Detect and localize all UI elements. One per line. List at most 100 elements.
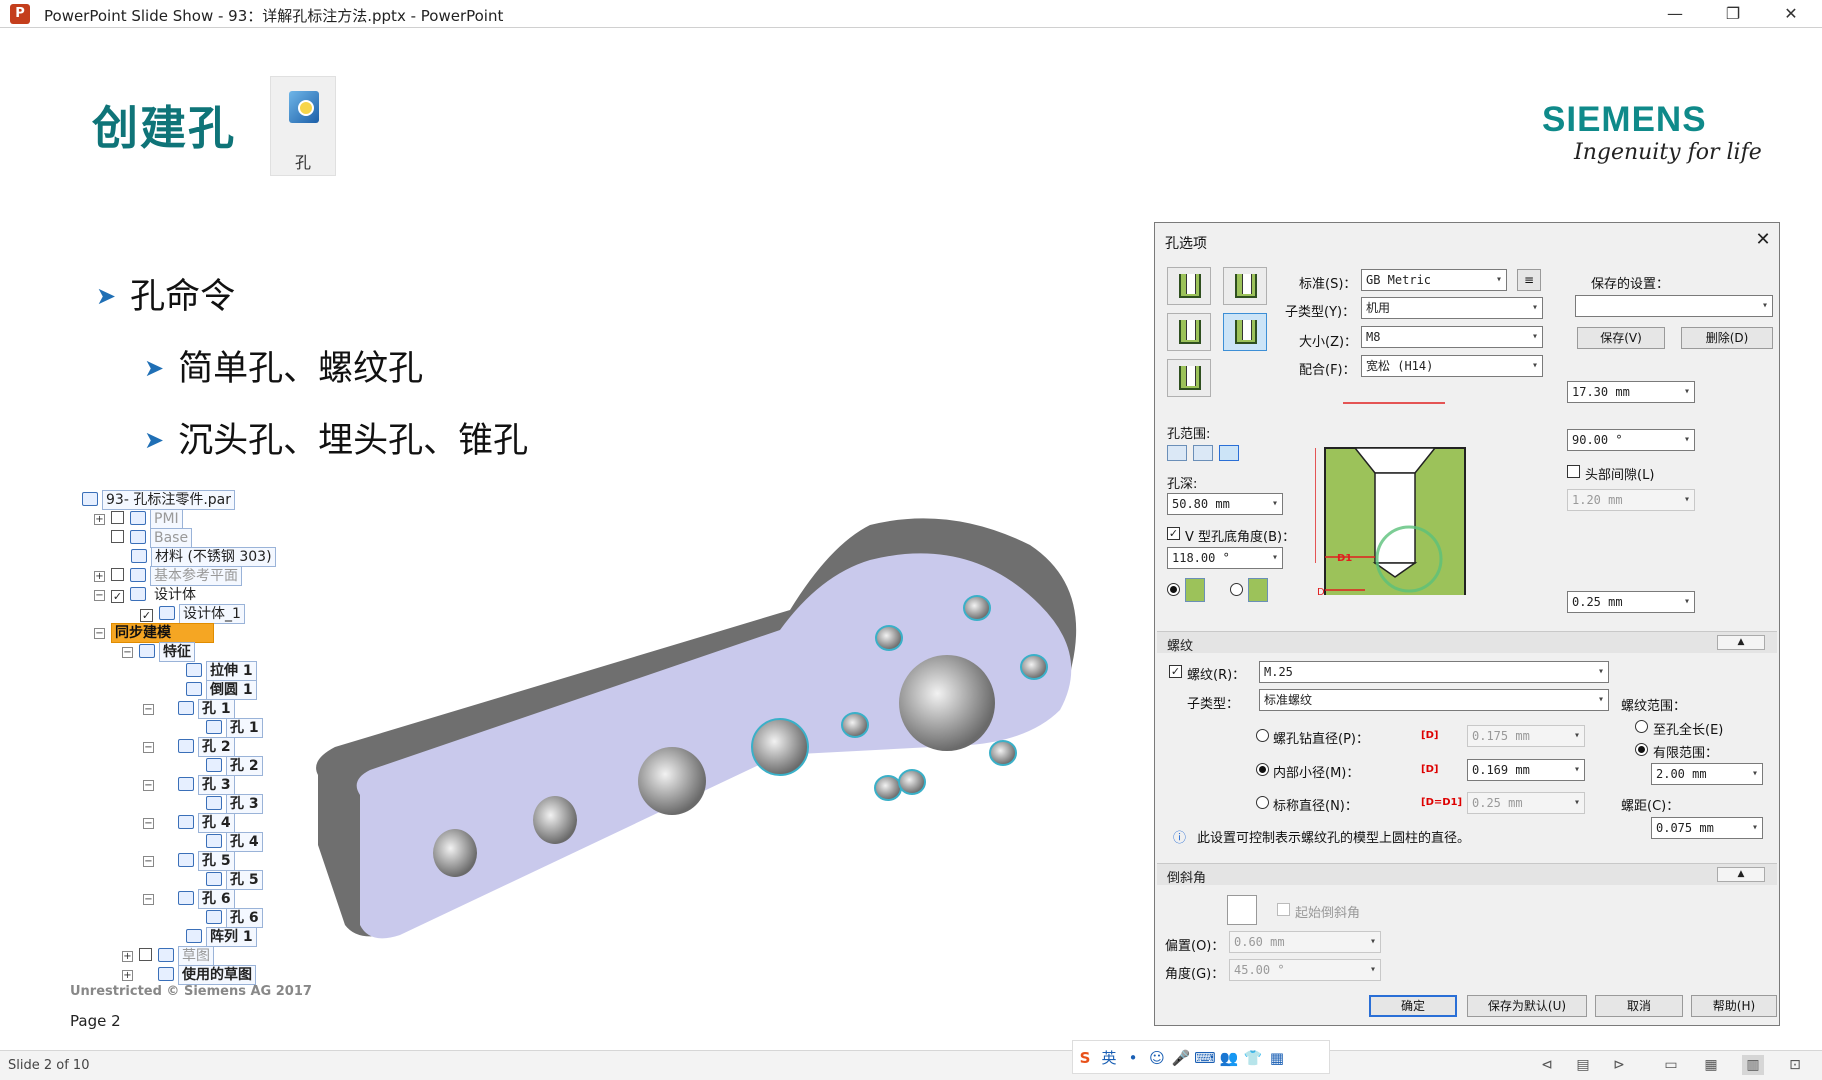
reading-view-icon[interactable]: ▥ bbox=[1742, 1055, 1764, 1075]
thread-nominal-radio[interactable] bbox=[1256, 796, 1269, 809]
bullet-level1: ➤ 孔命令 bbox=[96, 268, 235, 319]
thread-finite-input[interactable]: 2.00 mm ▾ bbox=[1651, 763, 1763, 785]
tree-item-pattern[interactable]: 阵列 1 bbox=[186, 927, 257, 947]
counterbore-hole-button[interactable] bbox=[1167, 313, 1211, 351]
v-bottom-label: V 型孔底角度(B)： bbox=[1185, 530, 1296, 545]
previous-slide-icon[interactable]: ⊲ bbox=[1536, 1055, 1558, 1075]
tree-item-hole-sub[interactable]: 孔 6 bbox=[206, 908, 263, 928]
tree-item-hole[interactable]: − 孔 4 bbox=[143, 813, 235, 833]
v-bottom-input[interactable]: 118.00 ° ▾ bbox=[1167, 547, 1283, 569]
slideshow-view-icon[interactable]: ⊡ bbox=[1784, 1055, 1806, 1075]
standard-select[interactable]: GB Metric ▾ bbox=[1361, 269, 1507, 291]
thread-checkbox[interactable]: ✓ bbox=[1169, 665, 1182, 678]
cancel-button[interactable]: 取消 bbox=[1595, 995, 1683, 1017]
help-button[interactable]: 帮助(H) bbox=[1691, 995, 1777, 1017]
tapered-hole-button[interactable] bbox=[1167, 359, 1211, 397]
start-chamfer-checkbox[interactable] bbox=[1277, 903, 1290, 916]
size-select[interactable]: M8 ▾ bbox=[1361, 326, 1543, 348]
thread-full-label: 至孔全长(E) bbox=[1653, 723, 1724, 738]
tree-item-design-body[interactable]: − ✓ 设计体 bbox=[94, 585, 200, 604]
chamfer-offset-label: 偏置(O)： bbox=[1165, 939, 1225, 954]
tree-item-round[interactable]: 倒圆 1 bbox=[186, 680, 257, 700]
thread-full-radio[interactable] bbox=[1635, 720, 1648, 733]
offset-dim-input[interactable]: 0.25 mm ▾ bbox=[1567, 591, 1695, 613]
page-number: Page 2 bbox=[70, 1012, 121, 1030]
tree-item-sketch[interactable]: + 草图 bbox=[122, 946, 214, 966]
delete-settings-button[interactable]: 删除(D) bbox=[1681, 327, 1773, 349]
tree-item-hole-sub[interactable]: 孔 3 bbox=[206, 794, 263, 814]
tree-item-base[interactable]: Base bbox=[111, 528, 193, 548]
tree-item-hole[interactable]: − 孔 3 bbox=[143, 775, 235, 795]
restore-button[interactable]: ❐ bbox=[1704, 0, 1762, 28]
tree-item-hole-sub[interactable]: 孔 2 bbox=[206, 756, 263, 776]
minimize-button[interactable]: — bbox=[1646, 0, 1704, 28]
tree-item-synchronous[interactable]: − 同步建模 bbox=[94, 623, 214, 643]
save-default-button[interactable]: 保存为默认(U) bbox=[1467, 995, 1587, 1017]
close-window-button[interactable]: ✕ bbox=[1762, 0, 1820, 28]
thread-finite-radio[interactable] bbox=[1635, 743, 1648, 756]
extrude-icon bbox=[186, 663, 202, 677]
material-icon bbox=[131, 549, 147, 563]
subtype-label: 子类型(Y)： bbox=[1285, 305, 1356, 320]
fit-select[interactable]: 宽松 (H14) ▾ bbox=[1361, 355, 1543, 377]
diameter-input[interactable]: 17.30 mm ▾ bbox=[1567, 381, 1695, 403]
standard-table-button[interactable]: ≡ bbox=[1517, 269, 1541, 291]
extent-finite-icon[interactable] bbox=[1219, 445, 1239, 461]
hole-icon bbox=[206, 910, 222, 924]
tree-item-hole-sub[interactable]: 孔 4 bbox=[206, 832, 263, 852]
tree-item-pmi[interactable]: + PMI bbox=[94, 509, 183, 529]
ime-toolbar[interactable]: S 英 • ☺ 🎤 ⌨ 👥 👕 ▦ bbox=[1072, 1040, 1330, 1074]
hole-depth-input[interactable]: 50.80 mm ▾ bbox=[1167, 493, 1283, 515]
tree-item-hole-sub[interactable]: 孔 1 bbox=[206, 718, 263, 738]
v-bottom-checkbox[interactable]: ✓ bbox=[1167, 527, 1180, 540]
threaded-hole-button[interactable] bbox=[1223, 267, 1267, 305]
tree-item-hole[interactable]: − 孔 5 bbox=[143, 851, 235, 871]
pitch-input[interactable]: 0.075 mm ▾ bbox=[1651, 817, 1763, 839]
extent-next-icon[interactable] bbox=[1193, 445, 1213, 461]
tree-item-hole-sub[interactable]: 孔 5 bbox=[206, 870, 263, 890]
normal-view-icon[interactable]: ▭ bbox=[1660, 1055, 1682, 1075]
chamfer-offset-input: 0.60 mm ▾ bbox=[1229, 931, 1381, 953]
standard-label: 标准(S)： bbox=[1299, 277, 1357, 292]
tree-item-features[interactable]: − 特征 bbox=[122, 642, 195, 662]
expand-icon: + bbox=[94, 571, 105, 582]
hole-icon bbox=[206, 796, 222, 810]
saved-settings-select[interactable]: ▾ bbox=[1575, 295, 1773, 317]
thread-subtype-select[interactable]: 标准螺纹 ▾ bbox=[1259, 689, 1609, 711]
tree-item-extrude[interactable]: 拉伸 1 bbox=[186, 661, 257, 681]
thread-drill-radio[interactable] bbox=[1256, 729, 1269, 742]
next-slide-icon[interactable]: ⊳ bbox=[1608, 1055, 1630, 1075]
pitch-label: 螺距(C)： bbox=[1621, 799, 1680, 814]
thread-minor-radio[interactable] bbox=[1256, 763, 1269, 776]
extent-through-icon[interactable] bbox=[1167, 445, 1187, 461]
hole-icon bbox=[178, 815, 194, 829]
threaded-hole-icon bbox=[1235, 274, 1257, 298]
head-clearance-checkbox[interactable] bbox=[1567, 465, 1580, 478]
thread-section-header[interactable]: 螺纹 ▲ bbox=[1157, 631, 1777, 654]
slide-sorter-icon[interactable]: ▦ bbox=[1700, 1055, 1722, 1075]
simple-hole-button[interactable] bbox=[1167, 267, 1211, 305]
tree-item-ref-planes[interactable]: + 基本参考平面 bbox=[94, 566, 242, 586]
thread-minor-input[interactable]: 0.169 mm ▾ bbox=[1467, 759, 1585, 781]
dialog-close-button[interactable]: ✕ bbox=[1751, 229, 1775, 251]
slide-menu-icon[interactable]: ▤ bbox=[1572, 1055, 1594, 1075]
subtype-select[interactable]: 机用 ▾ bbox=[1361, 297, 1543, 319]
tree-item-used-sketches[interactable]: + 使用的草图 bbox=[122, 965, 256, 985]
tree-item-hole[interactable]: − 孔 2 bbox=[143, 737, 235, 757]
tree-item-material[interactable]: 材料 (不锈钢 303) bbox=[131, 547, 276, 567]
bullet-arrow-icon: ➤ bbox=[144, 426, 165, 454]
hole-options-dialog: 孔选项 ✕ 标准(S)： GB Metric ▾ ≡ 子类型(Y)： 机用 ▾ 大小… bbox=[1154, 222, 1780, 1026]
tree-root[interactable]: 93- 孔标注零件.par bbox=[82, 490, 235, 510]
ok-button[interactable]: 确定 bbox=[1369, 995, 1457, 1017]
tree-item-design-body-1[interactable]: ✓ 设计体_1 bbox=[140, 604, 245, 624]
extent-direction-radio-1[interactable] bbox=[1167, 583, 1180, 596]
chamfer-section-header[interactable]: 倒斜角 ▲ bbox=[1157, 863, 1777, 886]
save-settings-button[interactable]: 保存(V) bbox=[1577, 327, 1665, 349]
extent-direction-radio-2[interactable] bbox=[1230, 583, 1243, 596]
thread-select[interactable]: M.25 ▾ bbox=[1259, 661, 1609, 683]
ime-emoji-icon: ☺ bbox=[1149, 1049, 1165, 1067]
tree-item-hole[interactable]: − 孔 6 bbox=[143, 889, 235, 909]
angle-input[interactable]: 90.00 ° ▾ bbox=[1567, 429, 1695, 451]
countersink-hole-button[interactable] bbox=[1223, 313, 1267, 351]
tree-item-hole[interactable]: − 孔 1 bbox=[143, 699, 235, 719]
